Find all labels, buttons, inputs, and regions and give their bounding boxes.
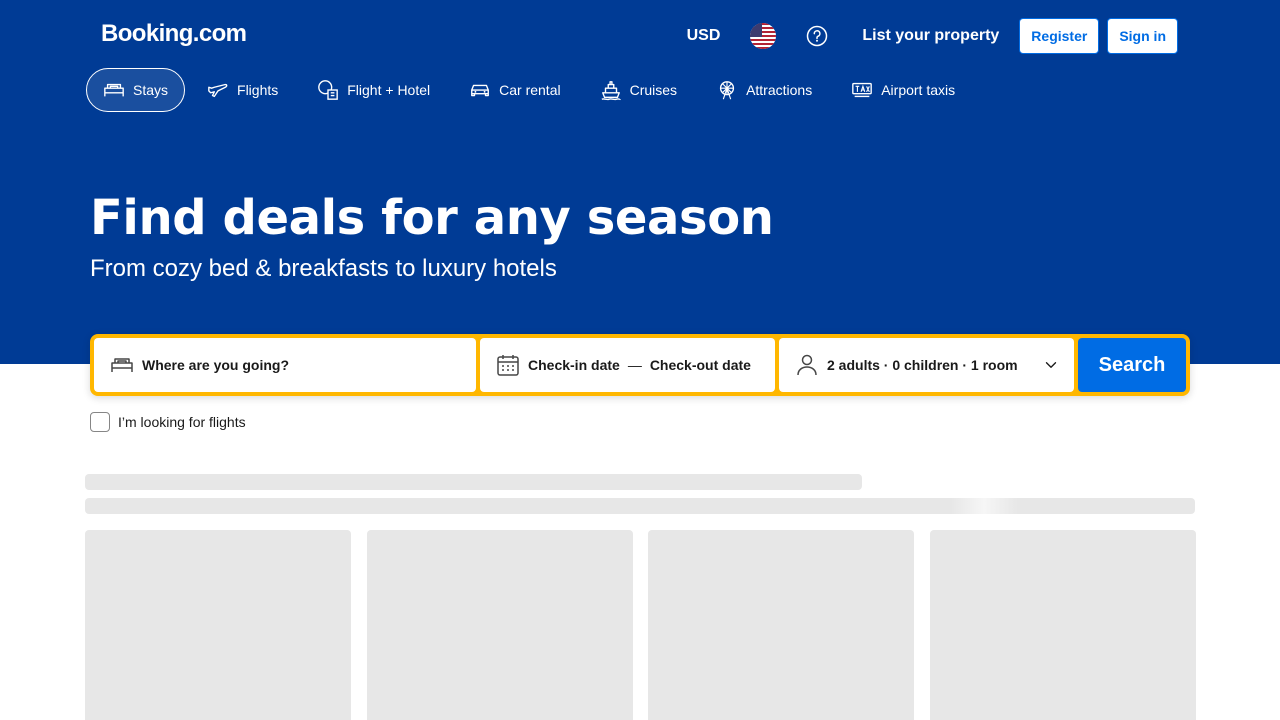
taxi-icon: [852, 82, 873, 98]
occupancy-summary: 2 adults · 0 children · 1 room: [827, 357, 1018, 373]
hero-title: Find deals for any season: [90, 190, 774, 246]
bed-icon: [111, 358, 133, 372]
loading-card: [648, 530, 914, 720]
list-property-link[interactable]: List your property: [862, 27, 999, 45]
person-icon: [797, 354, 817, 376]
tab-label: Attractions: [746, 82, 813, 98]
tab-flights[interactable]: Flights: [190, 68, 295, 112]
product-nav: Stays Flights Flight + Hotel Car rental …: [86, 68, 977, 112]
flights-option[interactable]: I’m looking for flights: [90, 412, 246, 432]
loading-placeholder: [85, 498, 1195, 514]
car-icon: [471, 84, 490, 97]
plane-icon: [208, 83, 228, 98]
tab-label: Stays: [133, 82, 169, 98]
tab-label: Airport taxis: [881, 82, 956, 98]
date-picker-field[interactable]: Check-in date — Check-out date: [480, 338, 775, 392]
tab-stays[interactable]: Stays: [86, 68, 186, 112]
destination-input[interactable]: [142, 357, 462, 373]
tab-attractions[interactable]: Attractions: [699, 68, 829, 112]
search-button[interactable]: Search: [1078, 338, 1186, 392]
currency-selector[interactable]: USD: [687, 27, 721, 45]
tab-flight-hotel[interactable]: Flight + Hotel: [300, 68, 447, 112]
destination-field[interactable]: [94, 338, 476, 392]
flights-checkbox-label: I’m looking for flights: [118, 414, 246, 430]
tab-car-rental[interactable]: Car rental: [452, 68, 577, 112]
tab-cruises[interactable]: Cruises: [583, 68, 694, 112]
flights-checkbox[interactable]: [90, 412, 110, 432]
tab-label: Flight + Hotel: [347, 82, 431, 98]
loading-placeholder: [85, 474, 862, 490]
logo[interactable]: Booking.com: [101, 20, 247, 48]
date-separator: —: [627, 357, 642, 373]
checkin-label: Check-in date: [528, 357, 620, 373]
sign-in-button[interactable]: Sign in: [1107, 18, 1178, 54]
ship-icon: [601, 81, 621, 101]
loading-card: [930, 530, 1196, 720]
loading-card: [367, 530, 633, 720]
hero-subtitle: From cozy bed & breakfasts to luxury hot…: [90, 255, 557, 282]
tab-airport-taxis[interactable]: Airport taxis: [834, 68, 972, 112]
register-button[interactable]: Register: [1019, 18, 1100, 54]
chevron-down-icon: [1045, 362, 1057, 368]
calendar-icon: [497, 355, 519, 376]
tab-label: Cruises: [629, 82, 678, 98]
header-actions: USD List your property Register Sign in: [687, 18, 1178, 54]
occupancy-field[interactable]: 2 adults · 0 children · 1 room: [779, 338, 1074, 392]
tab-label: Car rental: [499, 82, 561, 98]
tab-label: Flights: [237, 82, 279, 98]
bed-icon: [104, 83, 124, 97]
search-bar: Check-in date — Check-out date 2 adults …: [90, 334, 1190, 396]
flight-hotel-icon: [318, 80, 339, 100]
us-flag-icon[interactable]: [750, 23, 777, 49]
loading-card: [85, 530, 351, 720]
hero-banner: [0, 0, 1280, 364]
ferris-wheel-icon: [719, 81, 735, 100]
help-icon[interactable]: [806, 25, 828, 47]
checkout-label: Check-out date: [649, 357, 751, 373]
